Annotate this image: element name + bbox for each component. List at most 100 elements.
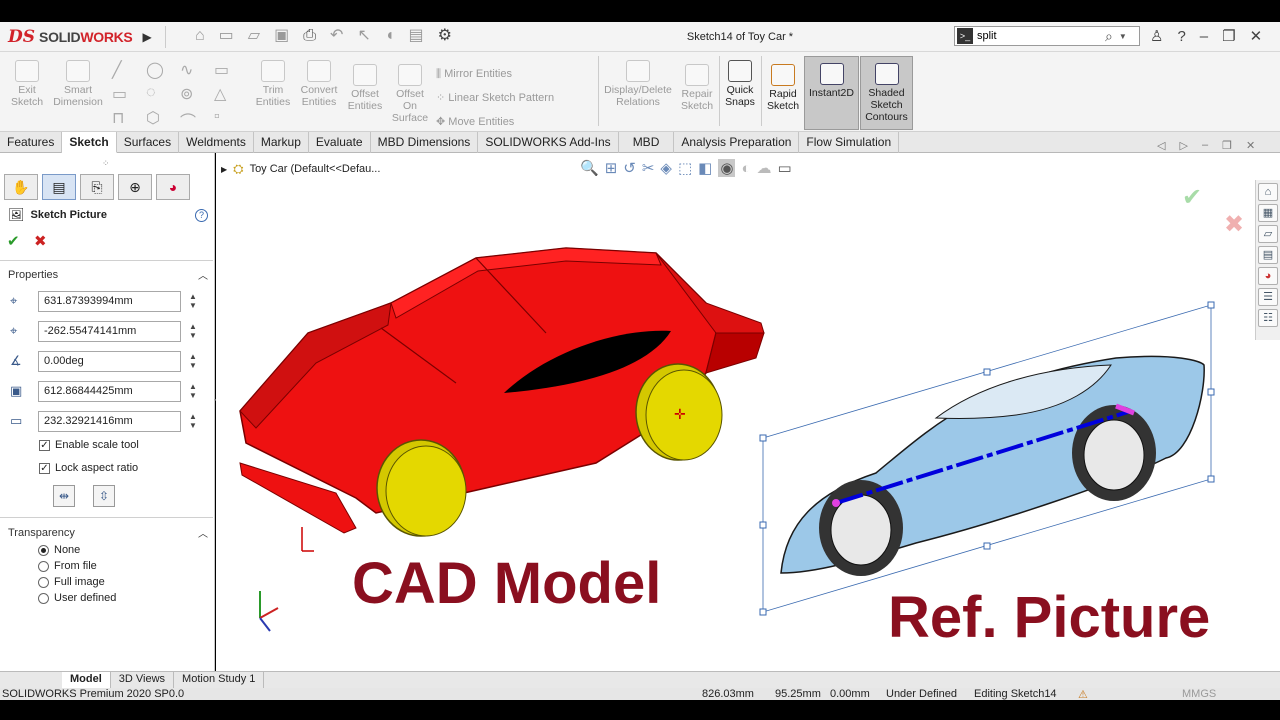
tab-flow-simulation[interactable]: Flow Simulation: [799, 132, 900, 153]
tab-weldments[interactable]: Weldments: [179, 132, 254, 153]
offset-on-surface-button[interactable]: Offset On Surface: [388, 64, 432, 124]
file-explorer-icon[interactable]: ▱: [1258, 225, 1278, 243]
ok-button[interactable]: ✔: [7, 232, 20, 250]
custom-properties-icon[interactable]: ☰: [1258, 288, 1278, 306]
y-position-field[interactable]: -262.55474141mm: [38, 320, 181, 342]
transparency-from-file-radio[interactable]: From file: [38, 560, 116, 572]
select-icon[interactable]: ↖: [357, 28, 370, 44]
resize-handle[interactable]: [983, 368, 991, 376]
display-manager-icon[interactable]: ◕: [156, 174, 190, 200]
transparency-none-radio[interactable]: None: [38, 544, 116, 556]
transparency-full-image-radio[interactable]: Full image: [38, 576, 116, 588]
search-icon[interactable]: ⌕: [1105, 28, 1113, 45]
trim-entities-button[interactable]: Trim Entities: [250, 60, 296, 108]
exit-sketch-button[interactable]: Exit Sketch: [6, 60, 48, 108]
close-view-icon[interactable]: ✕: [1246, 139, 1255, 152]
tab-features[interactable]: Features: [0, 132, 63, 153]
collapse-icon[interactable]: ︿: [198, 267, 208, 282]
configuration-manager-icon[interactable]: ⎘: [80, 174, 114, 200]
resize-handle[interactable]: [759, 608, 767, 616]
file-properties-icon[interactable]: ▤: [409, 28, 424, 44]
save-icon[interactable]: ▣: [274, 28, 289, 44]
display-delete-relations-button[interactable]: Display/Delete Relations: [600, 60, 676, 108]
units-selector[interactable]: MMGS: [1182, 688, 1216, 700]
dimxpert-manager-icon[interactable]: ⊕: [118, 174, 152, 200]
x-position-field[interactable]: 631.87393994mm: [38, 290, 181, 312]
tab-markup[interactable]: Markup: [254, 132, 309, 153]
prev-doc-icon[interactable]: ◁: [1157, 139, 1165, 152]
print-icon[interactable]: ⎙: [303, 28, 316, 44]
rectangle-icon[interactable]: ▭: [112, 84, 142, 104]
width-spinner[interactable]: ▲ ▼: [189, 382, 197, 400]
view-palette-icon[interactable]: ▤: [1258, 246, 1278, 264]
tab-evaluate[interactable]: Evaluate: [309, 132, 371, 153]
arc-icon[interactable]: ◌: [146, 84, 176, 104]
resize-handle[interactable]: [1207, 475, 1215, 483]
resize-handle[interactable]: [759, 521, 767, 529]
new-document-icon[interactable]: ▭: [219, 28, 234, 44]
point-icon[interactable]: △: [214, 84, 244, 104]
flip-horizontal-button[interactable]: ⇹: [53, 485, 75, 507]
polygon-icon[interactable]: ⬡: [146, 108, 176, 132]
transparency-section-header[interactable]: Transparency ︿: [8, 525, 208, 541]
quick-snaps-button[interactable]: Quick Snaps: [721, 60, 759, 108]
help-icon[interactable]: ?: [195, 208, 208, 222]
tab-analysis-preparation[interactable]: Analysis Preparation: [674, 132, 800, 153]
linear-pattern-button[interactable]: ⁘ Linear Sketch Pattern: [436, 86, 596, 110]
instant2d-button[interactable]: Instant2D: [804, 56, 859, 130]
flip-vertical-button[interactable]: ⇳: [93, 485, 115, 507]
search-box[interactable]: >_ ⌕ ▼: [954, 26, 1140, 46]
home-icon[interactable]: ⌂: [1258, 183, 1278, 201]
lock-aspect-ratio-checkbox[interactable]: ✓ Lock aspect ratio: [39, 462, 138, 474]
menu-expand-icon[interactable]: ▶: [142, 30, 151, 44]
width-field[interactable]: 612.86844425mm: [38, 380, 181, 402]
resize-handle[interactable]: [983, 542, 991, 550]
angle-spinner[interactable]: ▲ ▼: [189, 352, 197, 370]
tab-solidworks-add-ins[interactable]: SOLIDWORKS Add-Ins: [478, 132, 619, 153]
spline-icon[interactable]: ∿: [180, 60, 210, 80]
appearances-icon[interactable]: ◕: [1258, 267, 1278, 285]
tab-model[interactable]: Model: [62, 672, 111, 688]
command-search-icon[interactable]: >_: [957, 28, 973, 44]
text-icon[interactable]: ⌒: [180, 108, 210, 132]
circle-icon[interactable]: ◯: [146, 60, 176, 80]
smart-dimension-button[interactable]: Smart Dimension: [50, 60, 106, 108]
height-field[interactable]: 232.32921416mm: [38, 410, 181, 432]
cancel-button[interactable]: ✖: [34, 232, 47, 250]
search-dropdown-icon[interactable]: ▼: [1119, 32, 1127, 41]
repair-sketch-button[interactable]: Repair Sketch: [678, 64, 716, 112]
tab-sketch[interactable]: Sketch: [62, 132, 117, 153]
ref-picture-sketch[interactable]: [759, 301, 1215, 616]
resize-handle[interactable]: [1207, 301, 1215, 309]
move-entities-button[interactable]: ✥ Move Entities: [436, 110, 596, 134]
convert-entities-button[interactable]: Convert Entities: [296, 60, 342, 108]
undo-icon[interactable]: ↶: [330, 28, 343, 44]
transparency-user-defined-radio[interactable]: User defined: [38, 592, 116, 604]
restore-view-icon[interactable]: ❐: [1222, 139, 1232, 152]
cad-car-model[interactable]: ✛: [239, 247, 765, 537]
feature-manager-icon[interactable]: ✋: [4, 174, 38, 200]
rebuild-icon[interactable]: ◖: [385, 28, 395, 44]
sketch-fillet-icon[interactable]: ▭: [214, 60, 244, 80]
close-icon[interactable]: ✕: [1250, 27, 1263, 45]
tab-3d-views[interactable]: 3D Views: [111, 672, 175, 688]
design-library-icon[interactable]: ▦: [1258, 204, 1278, 222]
tab-surfaces[interactable]: Surfaces: [117, 132, 180, 153]
ellipse-icon[interactable]: ⊚: [180, 84, 210, 104]
resize-handle[interactable]: [759, 434, 767, 442]
open-icon[interactable]: ▱: [248, 28, 260, 44]
y-position-spinner[interactable]: ▲ ▼: [189, 322, 197, 340]
x-position-spinner[interactable]: ▲ ▼: [189, 292, 197, 310]
offset-entities-button[interactable]: Offset Entities: [342, 64, 388, 112]
rapid-sketch-button[interactable]: Rapid Sketch: [764, 64, 802, 112]
collapse-icon[interactable]: ︿: [198, 525, 208, 540]
rebuild-icon[interactable]: ⚠: [1078, 688, 1088, 700]
tab-mbd-dimensions[interactable]: MBD Dimensions: [371, 132, 479, 153]
property-manager-icon[interactable]: ▤: [42, 174, 76, 200]
user-icon[interactable]: ♙: [1150, 27, 1163, 45]
line-icon[interactable]: ╱: [112, 60, 142, 80]
minimize-view-icon[interactable]: –: [1202, 139, 1208, 152]
minimize-icon[interactable]: –: [1200, 28, 1208, 45]
forum-icon[interactable]: ☷: [1258, 309, 1278, 327]
home-icon[interactable]: ⌂: [195, 28, 205, 44]
